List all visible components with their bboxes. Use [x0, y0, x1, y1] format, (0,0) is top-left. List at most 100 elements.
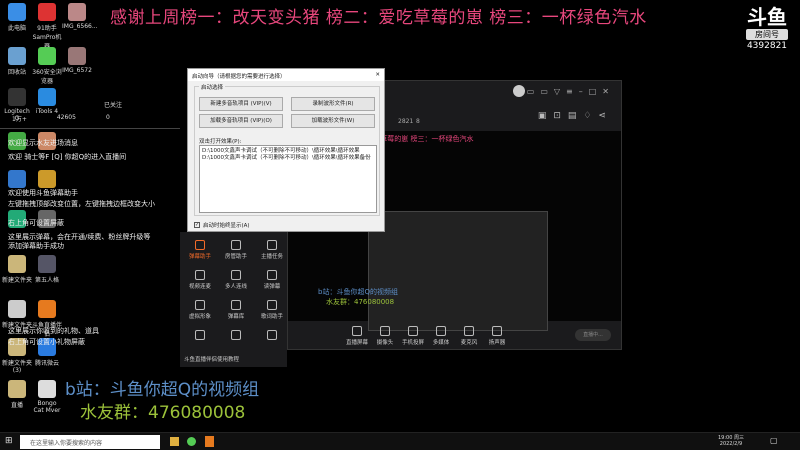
desktop-icon-label: 新建文件夹 (3) — [2, 360, 33, 374]
close-icon[interactable]: ✕ — [375, 72, 380, 78]
desktop-icon-label: IMG_6566... — [62, 23, 98, 30]
desktop-icon-label: 360安全浏览器 — [32, 69, 62, 85]
tool-panel: 斗鱼直播伴侣使用教程 弹幕助手 房管助手 主播任务视频连麦 多人连线 读弹幕虚拟形象 弹幕… — [180, 232, 287, 367]
desktop-icon[interactable]: IMG_6572 — [62, 47, 92, 74]
tool-button[interactable]: 弹幕助手 — [186, 240, 214, 260]
chat-message: 欢迎使用斗鱼弹幕助手 — [8, 189, 78, 197]
desktop-icon-label: 此电脑 — [7, 25, 26, 32]
tool-label: 弹幕助手 — [188, 254, 211, 260]
desktop-icon[interactable]: 回收站 — [2, 47, 32, 76]
avatar[interactable] — [513, 85, 525, 97]
tool-button[interactable]: 读弹幕 — [258, 270, 286, 290]
desktop-icon-label: Bongo Cat Mver — [33, 400, 61, 414]
bilibili-overlay: b站：斗鱼你超Q的视频组 — [65, 380, 260, 400]
desktop-icon[interactable]: IMG_6566... — [62, 3, 98, 30]
app-icon — [8, 3, 26, 21]
desktop-icon[interactable]: 第五人格 — [32, 255, 62, 284]
list-item[interactable]: D:\1000文鑫声卡调试（不可删除不可移动）\循环效果\循环效果备份 — [202, 155, 374, 162]
viewer-count: 8 — [416, 118, 420, 125]
load-multitrack-button[interactable]: 加载多音轨项目 (VIP)(O) — [199, 114, 283, 128]
bottom-tool-button[interactable]: 摄像头 — [371, 326, 399, 346]
tool-icon — [267, 270, 277, 280]
tool-icon — [267, 240, 277, 250]
app-icon — [68, 47, 86, 65]
file-explorer-icon[interactable] — [170, 437, 179, 446]
desktop-icon[interactable]: 91助手 SamPro机器 — [32, 3, 62, 50]
tool-icon — [231, 240, 241, 250]
desktop-icon[interactable]: 直播 — [2, 380, 32, 409]
tool-button[interactable]: 主播任务 — [258, 240, 286, 260]
tool-button[interactable]: 视频连麦 — [186, 270, 214, 290]
tool-icon — [231, 330, 241, 340]
chat-message: 欢迎 骑士等F [Q] 你超Q的进入直播间 — [8, 153, 127, 161]
bottom-tool-label: 多媒体 — [432, 340, 450, 346]
bottom-tool-button[interactable]: 扬声器 — [483, 326, 511, 346]
desktop-icon[interactable]: Bongo Cat Mver — [32, 380, 62, 414]
notification-icon[interactable]: ▢ — [770, 436, 778, 445]
tool-button[interactable] — [258, 330, 286, 342]
browser-icon[interactable] — [187, 437, 196, 446]
live-button[interactable]: 直播中... — [575, 329, 611, 341]
chat-message: 右上角可设置屏蔽 — [8, 219, 64, 227]
app-icon — [68, 3, 86, 21]
recent-list[interactable]: D:\1000文鑫声卡调试（不可删除不可移动）\循环效果\循环效果 D:\100… — [199, 145, 377, 213]
app-icon — [8, 170, 26, 188]
douyu-app-icon[interactable] — [205, 436, 214, 447]
window-controls[interactable]: ▭▭▽≡–□✕ — [527, 87, 615, 96]
taskbar-search-input[interactable]: 在这里输入你要搜索的内容 — [20, 435, 160, 449]
bottom-tool-button[interactable]: 手机投屏 — [399, 326, 427, 346]
bottom-tool-button[interactable]: 直播屏幕 — [343, 326, 371, 346]
tool-label: 视频连麦 — [188, 284, 211, 290]
load-wave-button[interactable]: 加载波形文件(W) — [291, 114, 375, 128]
tool-button[interactable]: 虚拟形象 — [186, 300, 214, 320]
bottom-tool-button[interactable]: 麦克风 — [455, 326, 483, 346]
desktop-icon[interactable]: 新建文件夹 — [2, 255, 32, 284]
windows-start-icon[interactable]: ⊞ — [5, 436, 13, 446]
likes-count: 1万+ — [12, 116, 27, 123]
follow-status: 已关注 — [104, 102, 123, 109]
app-icon — [38, 380, 56, 398]
startup-wizard-dialog: 启动向导（请根据您的需要进行选择） ✕ 启动选择 新建多音轨项目 (VIP)(V)… — [187, 68, 385, 232]
desktop-icon[interactable]: 此电脑 — [2, 3, 32, 32]
fans-count: 42605 — [56, 114, 76, 121]
desktop-icon[interactable] — [32, 170, 62, 190]
desktop-icon-label: 腾讯微云 — [34, 360, 59, 367]
tool-label: 房管助手 — [224, 254, 247, 260]
tool-label: 读弹幕 — [263, 284, 281, 290]
clock[interactable]: 19:00 周三 2022/2/9 — [718, 435, 744, 447]
desktop-icon-label: 回收站 — [7, 69, 26, 76]
bottom-tool-button[interactable]: 多媒体 — [427, 326, 455, 346]
desktop-icon[interactable]: 新建文件夹 — [2, 300, 32, 329]
nested-preview — [368, 211, 548, 331]
preview-qq: 水友群：476080008 — [326, 298, 395, 306]
tool-button[interactable]: 弹幕库 — [222, 300, 250, 320]
desktop-icon[interactable]: 360安全浏览器 — [32, 47, 62, 85]
gift-count: 0 — [105, 114, 110, 121]
tool-button[interactable]: 歌词助手 — [258, 300, 286, 320]
desktop-icon[interactable] — [2, 170, 32, 190]
app-icon — [8, 255, 26, 273]
app-icon — [8, 380, 26, 398]
tool-button[interactable]: 多人连线 — [222, 270, 250, 290]
tool-button[interactable]: 房管助手 — [222, 240, 250, 260]
tool-label: 主播任务 — [260, 254, 283, 260]
desktop-icon-label: 新建文件夹 — [2, 277, 33, 284]
app-icon — [38, 3, 56, 21]
header-actions[interactable]: ▣⊡▤♢⋖ — [538, 111, 613, 121]
record-wave-button[interactable]: 录制波形文件(R) — [291, 97, 375, 111]
checkbox-icon[interactable]: ✓ — [194, 222, 200, 228]
tool-icon — [195, 300, 205, 310]
list-item[interactable]: D:\1000文鑫声卡调试（不可删除不可移动）\循环效果\循环效果 — [202, 148, 374, 155]
desktop-icon-label: 第五人格 — [34, 277, 59, 284]
startup-checkbox[interactable]: ✓ 启动时始终显示(A) — [194, 221, 250, 229]
chat-message: 右上角可设置小礼物屏蔽 — [8, 338, 85, 346]
app-icon — [8, 47, 26, 65]
tool-label: 歌词助手 — [260, 314, 283, 320]
tool-button[interactable] — [222, 330, 250, 342]
tutorial-notice[interactable]: 斗鱼直播伴侣使用教程 — [184, 355, 239, 363]
tool-icon — [195, 330, 205, 340]
new-multitrack-button[interactable]: 新建多音轨项目 (VIP)(V) — [199, 97, 283, 111]
tool-button[interactable] — [186, 330, 214, 342]
tool-icon — [231, 270, 241, 280]
desktop-icon[interactable]: iTools 4 — [32, 88, 62, 115]
